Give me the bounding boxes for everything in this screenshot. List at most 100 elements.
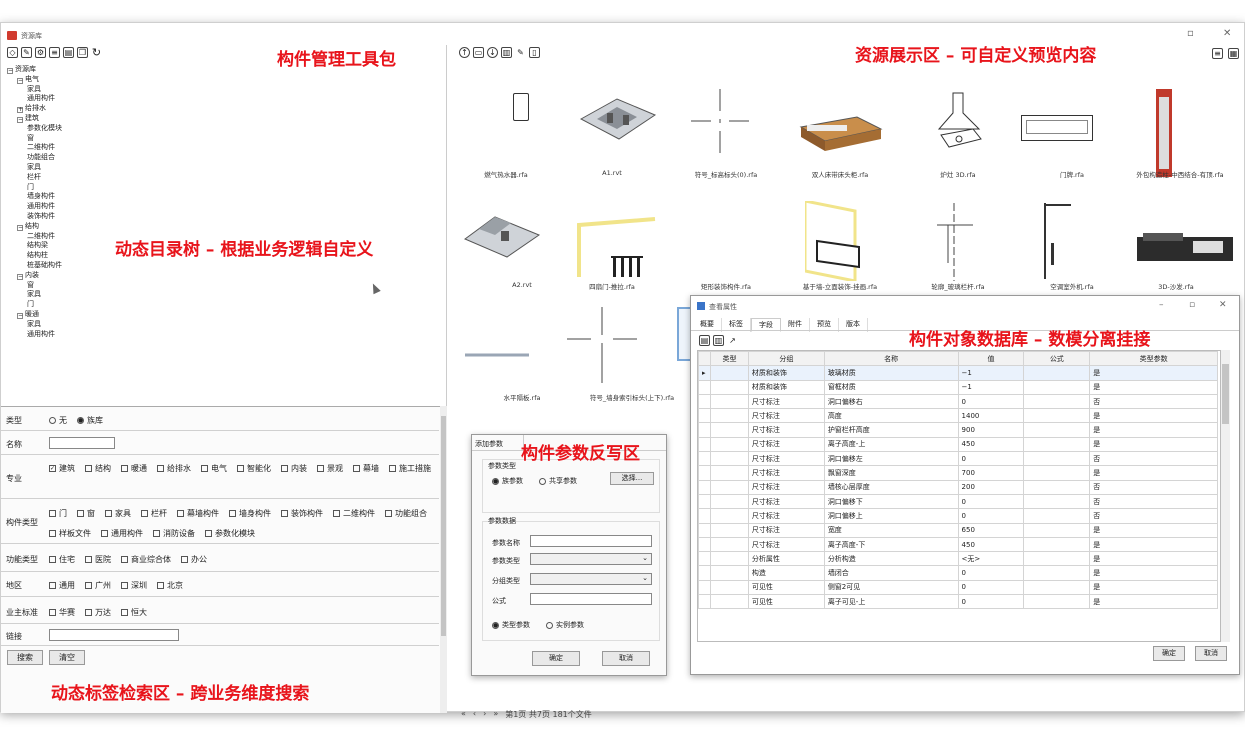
table-row[interactable]: 尺寸标注 洞口偏移上 0 否 bbox=[698, 508, 1218, 524]
checkbox-icon[interactable] bbox=[85, 582, 92, 589]
share-icon[interactable]: ↗ bbox=[727, 335, 738, 346]
column-header[interactable]: 公式 bbox=[1023, 351, 1091, 367]
tree-node[interactable]: 家具 bbox=[27, 320, 41, 330]
thumb-label[interactable]: 四扇门-推拉.rfa bbox=[567, 281, 657, 291]
checkbox-option[interactable]: 景观 bbox=[317, 463, 343, 474]
tree-node[interactable]: 功能组合 bbox=[27, 153, 55, 163]
last-page-button[interactable]: » bbox=[493, 709, 498, 720]
property-scrollbar[interactable] bbox=[1221, 350, 1230, 642]
checkbox-icon[interactable] bbox=[49, 582, 56, 589]
checkbox-icon[interactable] bbox=[281, 510, 288, 517]
checkbox-option[interactable]: 通用 bbox=[49, 580, 75, 591]
checkbox-option[interactable]: 参数化模块 bbox=[205, 528, 255, 539]
row-selector[interactable] bbox=[698, 451, 711, 467]
checkbox-option[interactable]: 华赛 bbox=[49, 607, 75, 618]
row-selector[interactable] bbox=[698, 465, 711, 481]
table-row[interactable]: 尺寸标注 墙核心层厚度 200 否 bbox=[698, 479, 1218, 495]
tree-node[interactable]: − 内装 bbox=[17, 271, 39, 281]
checkbox-option[interactable]: 深圳 bbox=[121, 580, 147, 591]
search-button[interactable]: 搜索 bbox=[7, 650, 43, 665]
radio-icon[interactable] bbox=[49, 417, 56, 424]
tree-node[interactable]: 墙身构件 bbox=[27, 192, 55, 202]
checkbox-option[interactable]: 家具 bbox=[105, 508, 131, 519]
checkbox-option[interactable]: 结构 bbox=[85, 463, 111, 474]
radio-option[interactable]: 共享参数 bbox=[539, 476, 577, 486]
checkbox-icon[interactable] bbox=[281, 465, 288, 472]
table-row[interactable]: 分析属性 分析构造 <无> 是 bbox=[698, 551, 1218, 567]
row-selector[interactable] bbox=[698, 522, 711, 538]
checkbox-icon[interactable] bbox=[77, 510, 84, 517]
checkbox-option[interactable]: 幕墙 bbox=[353, 463, 379, 474]
table-row[interactable]: 尺寸标注 洞口偏移左 0 否 bbox=[698, 451, 1218, 467]
tree-node[interactable]: − 结构 bbox=[17, 222, 39, 232]
thumb-label[interactable]: 符号_标高标头(0).rfa bbox=[681, 169, 771, 179]
refresh-icon[interactable]: ↻ bbox=[91, 47, 102, 58]
tree-node[interactable]: 通用构件 bbox=[27, 202, 55, 212]
checkbox-icon[interactable] bbox=[141, 510, 148, 517]
checkbox-icon[interactable] bbox=[389, 465, 396, 472]
tree-node[interactable]: 门 bbox=[27, 183, 34, 193]
formula-input[interactable] bbox=[530, 593, 652, 605]
table-row[interactable]: 尺寸标注 离子高度-上 450 是 bbox=[698, 436, 1218, 453]
radio-icon[interactable] bbox=[539, 477, 546, 485]
tree-node[interactable]: 家具 bbox=[27, 85, 41, 95]
tree-node[interactable]: 窗 bbox=[27, 281, 34, 291]
table-row[interactable]: 构造 墙闭合 0 是 bbox=[698, 565, 1218, 581]
radio-icon[interactable] bbox=[546, 621, 553, 629]
checkbox-icon[interactable] bbox=[49, 609, 56, 616]
tree-node[interactable]: 栏杆 bbox=[27, 173, 41, 183]
column-header[interactable]: 值 bbox=[957, 351, 1025, 367]
radio-icon[interactable]: ● bbox=[492, 477, 499, 485]
checkbox-icon[interactable] bbox=[353, 465, 360, 472]
thumb-label[interactable]: 符号_墙身索引标头(上下).rfa bbox=[587, 392, 677, 402]
checkbox-icon[interactable] bbox=[121, 609, 128, 616]
tree-node[interactable]: − 资源库 bbox=[7, 65, 36, 75]
checkbox-icon[interactable] bbox=[85, 556, 92, 563]
thumb-label[interactable]: 外包构造柱-中西结合-有顶.rfa bbox=[1131, 169, 1229, 179]
prev-page-button[interactable]: ‹ bbox=[473, 709, 476, 720]
checkbox-option[interactable]: 栏杆 bbox=[141, 508, 167, 519]
table-row[interactable]: 尺寸标注 护窗栏杆高度 900 是 bbox=[698, 422, 1218, 438]
table-row[interactable]: 可见性 离子可见-上 0 是 bbox=[698, 594, 1218, 610]
checkbox-icon[interactable] bbox=[205, 530, 212, 537]
checkbox-option[interactable]: 北京 bbox=[157, 580, 183, 591]
minimize-icon[interactable]: – bbox=[1159, 300, 1164, 310]
checkbox-icon[interactable] bbox=[85, 609, 92, 616]
next-page-button[interactable]: › bbox=[483, 709, 486, 720]
file-icon[interactable]: ▯ bbox=[529, 47, 540, 58]
param-kind-select[interactable]: ⌄ bbox=[530, 553, 652, 565]
param-ok-button[interactable]: 确定 bbox=[532, 651, 580, 666]
thumb-label[interactable]: 3D-沙发.rfa bbox=[1131, 281, 1221, 291]
table-row[interactable]: ▸ 材质和装饰 玻璃材质 −1 是 bbox=[698, 365, 1218, 381]
row-selector[interactable] bbox=[698, 422, 711, 438]
tree-node[interactable]: 桩基础构件 bbox=[27, 261, 62, 271]
expand-icon[interactable]: − bbox=[17, 313, 23, 319]
expand-icon[interactable]: − bbox=[17, 224, 23, 231]
tree-node[interactable]: 参数化模块 bbox=[27, 124, 62, 134]
list-view-icon[interactable]: ≡ bbox=[1212, 48, 1223, 59]
tree-node[interactable]: 门 bbox=[27, 300, 34, 310]
tree-node[interactable]: 通用构件 bbox=[27, 330, 55, 340]
select-button[interactable]: 选择... bbox=[610, 472, 654, 485]
delete-icon[interactable]: ▥ bbox=[501, 47, 512, 58]
checkbox-icon[interactable] bbox=[229, 510, 236, 517]
pencil-icon[interactable]: ✎ bbox=[515, 47, 526, 58]
radio-option[interactable]: 实例参数 bbox=[546, 620, 584, 630]
row-selector[interactable] bbox=[698, 536, 711, 553]
checkbox-icon[interactable] bbox=[121, 582, 128, 589]
row-selector[interactable] bbox=[698, 508, 711, 524]
clipboard-icon[interactable]: ▤ bbox=[63, 47, 74, 58]
expand-icon[interactable]: − bbox=[17, 117, 23, 123]
thumb-label[interactable]: 矩形装饰构件.rfa bbox=[681, 281, 771, 291]
checkbox-icon[interactable] bbox=[157, 465, 164, 472]
thumb-label[interactable]: 基于墙-立面装饰-挂画.rfa bbox=[795, 281, 885, 291]
expand-icon[interactable]: − bbox=[17, 77, 23, 84]
checkbox-option[interactable]: 办公 bbox=[181, 554, 207, 565]
radio-option[interactable]: ● 类型参数 bbox=[492, 620, 530, 630]
checkbox-option[interactable]: 暖通 bbox=[121, 463, 147, 474]
tree-node[interactable]: 通用构件 bbox=[27, 94, 55, 104]
table-row[interactable]: 尺寸标注 洞口偏移下 0 否 bbox=[698, 493, 1218, 510]
upload-icon[interactable]: ↑ bbox=[459, 47, 470, 58]
checkbox-option[interactable]: 商业综合体 bbox=[121, 554, 171, 565]
checkbox-option[interactable]: 幕墙构件 bbox=[177, 508, 219, 519]
